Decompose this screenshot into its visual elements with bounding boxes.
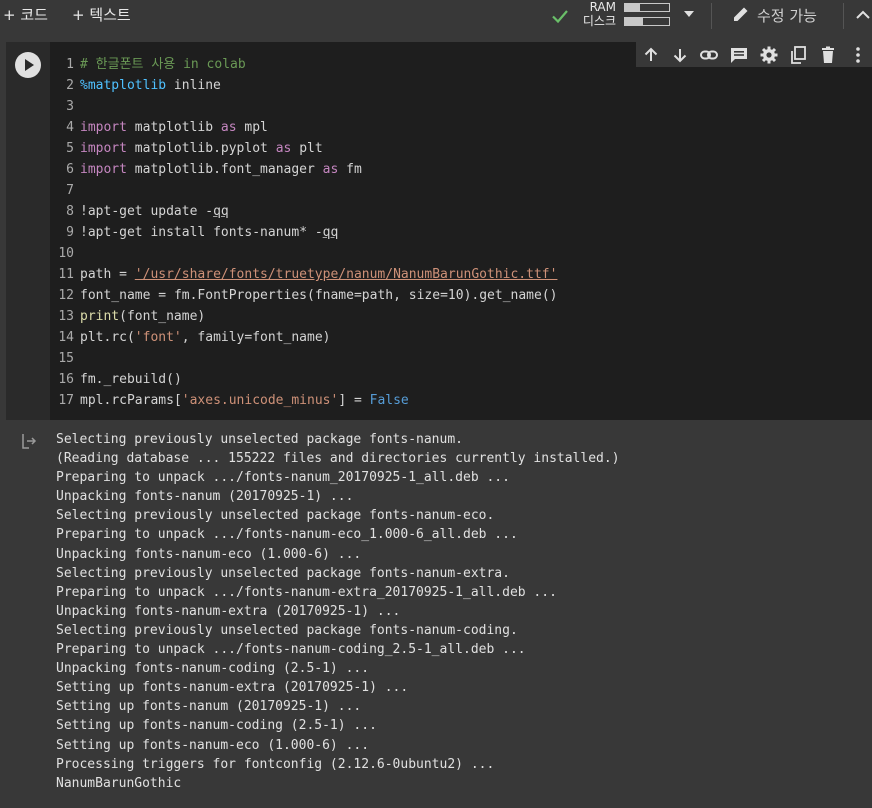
output-line: (Reading database ... 155222 files and d… bbox=[56, 451, 620, 467]
line-number: 2 bbox=[66, 78, 74, 93]
code-line[interactable]: 8 !apt-get update -qq bbox=[50, 201, 558, 222]
code-line[interactable]: 13 print(font_name) bbox=[50, 306, 558, 327]
code-text: import matplotlib.font_manager as fm bbox=[80, 162, 362, 177]
connected-check-icon bbox=[552, 10, 568, 24]
code-text: %matplotlib inline bbox=[80, 78, 221, 93]
output-line: Preparing to unpack .../fonts-nanum-eco_… bbox=[56, 527, 518, 543]
code-text: !apt-get install fonts-nanum* -qq bbox=[80, 225, 339, 240]
edit-mode-label: 수정 가능 bbox=[757, 7, 817, 25]
ram-usage-fill bbox=[625, 4, 641, 11]
arrow-up-icon[interactable] bbox=[641, 45, 661, 65]
toolbar-divider bbox=[843, 3, 844, 29]
ram-label: RAM bbox=[589, 0, 616, 14]
code-text: plt.rc('font', family=font_name) bbox=[80, 330, 331, 345]
code-text: !apt-get update -qq bbox=[80, 204, 229, 219]
output-line: Selecting previously unselected package … bbox=[56, 432, 463, 447]
line-number: 7 bbox=[66, 183, 74, 198]
line-number: 11 bbox=[58, 267, 74, 282]
output-line: Preparing to unpack .../fonts-nanum-extr… bbox=[56, 584, 557, 600]
code-line[interactable]: 5 import matplotlib.pyplot as plt bbox=[50, 138, 558, 159]
code-line[interactable]: 14 plt.rc('font', family=font_name) bbox=[50, 327, 558, 348]
code-text: path = '/usr/share/fonts/truetype/nanum/… bbox=[80, 267, 558, 282]
disk-label: 디스크 bbox=[582, 14, 616, 28]
code-text: print(font_name) bbox=[80, 309, 206, 324]
line-number: 16 bbox=[58, 372, 74, 387]
resource-labels[interactable]: RAM 디스크 bbox=[578, 0, 616, 28]
arrow-down-icon[interactable] bbox=[670, 45, 690, 65]
disk-usage-fill bbox=[625, 18, 643, 25]
comment-icon[interactable] bbox=[729, 45, 749, 65]
mirror-cell-icon[interactable] bbox=[788, 45, 808, 65]
code-line[interactable]: 3 bbox=[50, 96, 558, 117]
gear-icon[interactable] bbox=[759, 45, 779, 65]
output-line: Setting up fonts-nanum-coding (2.5-1) ..… bbox=[56, 718, 377, 734]
output-line: Processing triggers for fontconfig (2.12… bbox=[56, 756, 495, 772]
line-number: 14 bbox=[58, 330, 74, 345]
trash-icon[interactable] bbox=[818, 45, 838, 65]
line-number: 4 bbox=[66, 120, 74, 135]
code-text: import matplotlib as mpl bbox=[80, 120, 268, 135]
code-line[interactable]: 11 path = '/usr/share/fonts/truetype/nanu… bbox=[50, 264, 558, 285]
chevron-up-icon[interactable] bbox=[854, 6, 872, 24]
add-code-button[interactable]: + 코드 bbox=[3, 4, 48, 26]
line-number: 13 bbox=[58, 309, 74, 324]
cell-action-bar bbox=[636, 42, 872, 67]
output-line: Setting up fonts-nanum-eco (1.000-6) ... bbox=[56, 737, 370, 753]
line-number: 12 bbox=[58, 288, 74, 303]
cell-output: Selecting previously unselected package … bbox=[56, 430, 620, 793]
code-line[interactable]: 9 !apt-get install fonts-nanum* -qq bbox=[50, 222, 558, 243]
line-number: 9 bbox=[66, 225, 74, 240]
code-line[interactable]: 12 font_name = fm.FontProperties(fname=pa… bbox=[50, 285, 558, 306]
pencil-icon bbox=[734, 7, 748, 21]
code-line[interactable]: 4 import matplotlib as mpl bbox=[50, 117, 558, 138]
more-vert-icon[interactable] bbox=[848, 45, 868, 65]
output-line: Preparing to unpack .../fonts-nanum_2017… bbox=[56, 470, 510, 486]
output-line: Selecting previously unselected package … bbox=[56, 622, 518, 638]
code-text: # 한글폰트 사용 in colab bbox=[80, 57, 246, 72]
line-number: 8 bbox=[66, 204, 74, 219]
code-line[interactable]: 6 import matplotlib.font_manager as fm bbox=[50, 159, 558, 180]
output-line: Selecting previously unselected package … bbox=[56, 508, 495, 524]
notebook-toolbar: + 코드 + 텍스트 RAM 디스크 수정 가능 bbox=[0, 0, 872, 32]
add-text-button[interactable]: + 텍스트 bbox=[72, 4, 131, 26]
code-line[interactable]: 16 fm._rebuild() bbox=[50, 369, 558, 390]
line-number: 10 bbox=[58, 246, 74, 261]
code-line[interactable]: 17 mpl.rcParams['axes.unicode_minus'] = F… bbox=[50, 390, 558, 411]
ram-usage-bar[interactable] bbox=[624, 3, 670, 12]
edit-mode-button[interactable]: 수정 가능 bbox=[731, 4, 817, 26]
output-line: Unpacking fonts-nanum-extra (20170925-1)… bbox=[56, 603, 401, 619]
code-line[interactable]: 1 # 한글폰트 사용 in colab bbox=[50, 54, 558, 75]
line-number: 5 bbox=[66, 141, 74, 156]
line-number: 17 bbox=[58, 393, 74, 408]
line-number: 1 bbox=[66, 57, 74, 72]
code-line[interactable]: 7 bbox=[50, 180, 558, 201]
resource-dropdown-icon[interactable] bbox=[684, 11, 694, 17]
line-number: 3 bbox=[66, 99, 74, 114]
output-line: NanumBarunGothic bbox=[56, 775, 182, 791]
code-cell[interactable]: 1 # 한글폰트 사용 in colab 2 %matplotlib inline 3 4… bbox=[6, 42, 872, 420]
code-line[interactable]: 10 bbox=[50, 243, 558, 264]
cell-gutter bbox=[6, 42, 50, 420]
output-line: Setting up fonts-nanum-extra (20170925-1… bbox=[56, 680, 409, 696]
output-line: Setting up fonts-nanum (20170925-1) ... bbox=[56, 699, 362, 715]
line-number: 15 bbox=[58, 351, 74, 366]
toolbar-divider bbox=[711, 3, 712, 29]
output-line: Unpacking fonts-nanum (20170925-1) ... bbox=[56, 489, 354, 505]
code-line[interactable]: 2 %matplotlib inline bbox=[50, 75, 558, 96]
line-number: 6 bbox=[66, 162, 74, 177]
output-line: Preparing to unpack .../fonts-nanum-codi… bbox=[56, 642, 526, 658]
code-text: import matplotlib.pyplot as plt bbox=[80, 141, 323, 156]
code-line[interactable]: 15 bbox=[50, 348, 558, 369]
output-line: Selecting previously unselected package … bbox=[56, 565, 510, 581]
link-icon[interactable] bbox=[699, 45, 719, 65]
code-editor[interactable]: 1 # 한글폰트 사용 in colab 2 %matplotlib inline 3 4… bbox=[50, 54, 558, 411]
code-text: mpl.rcParams['axes.unicode_minus'] = Fal… bbox=[80, 393, 409, 408]
output-actions-icon[interactable] bbox=[20, 432, 38, 450]
output-line: Unpacking fonts-nanum-coding (2.5-1) ... bbox=[56, 661, 370, 677]
run-cell-button[interactable] bbox=[15, 52, 41, 78]
output-line: Unpacking fonts-nanum-eco (1.000-6) ... bbox=[56, 546, 362, 562]
disk-usage-bar[interactable] bbox=[624, 17, 670, 26]
code-text: fm._rebuild() bbox=[80, 372, 182, 387]
code-text: font_name = fm.FontProperties(fname=path… bbox=[80, 288, 558, 303]
